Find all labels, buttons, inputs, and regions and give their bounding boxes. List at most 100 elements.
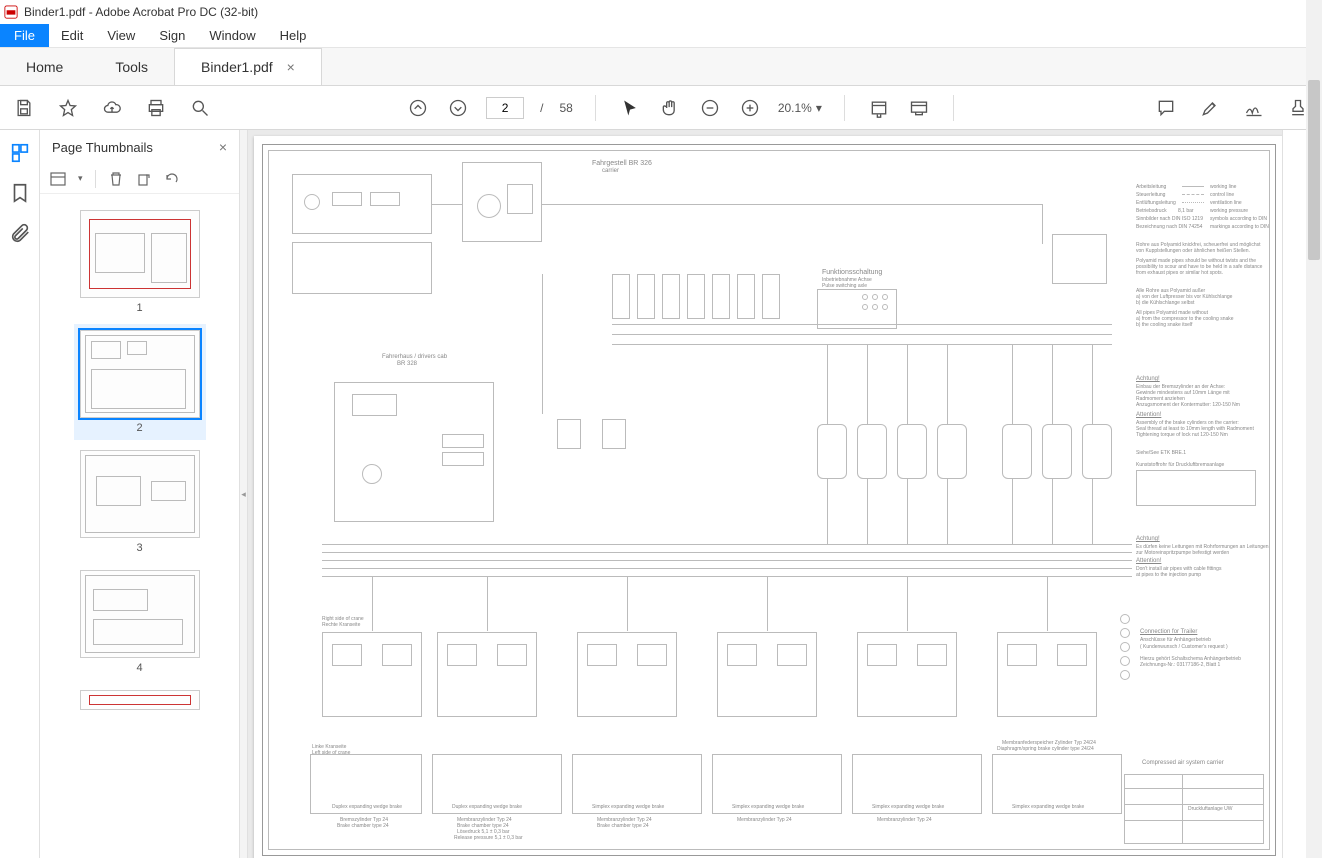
collapse-panel-handle[interactable]: ◂: [240, 130, 248, 858]
select-tool-button[interactable]: [618, 96, 642, 120]
star-button[interactable]: [56, 96, 80, 120]
func-title: Funktionsschaltung: [822, 269, 882, 276]
thumbnail-scrollbar[interactable]: [1306, 0, 1322, 858]
thumbnail-page-1[interactable]: 1: [74, 204, 206, 320]
close-tab-icon[interactable]: ×: [287, 59, 295, 75]
tb-de: Druckluftanlage UW: [1188, 806, 1232, 812]
note-inj-en2: at pipes to the injection pump: [1136, 572, 1201, 578]
conn-title: Connection for Trailer: [1140, 629, 1197, 635]
legend-ctrl: control line: [1210, 192, 1234, 198]
legend-sym: symbols according to DIN: [1210, 216, 1267, 222]
print-button[interactable]: [144, 96, 168, 120]
page-canvas: Fahrgestell BR 326 carrier Fahrerhaus / …: [254, 136, 1282, 858]
thumbnail-page-4[interactable]: 4: [74, 564, 206, 680]
thumbnails-title: Page Thumbnails: [52, 140, 211, 155]
legend-bar: 8,1 bar: [1178, 208, 1194, 214]
attachment-rail-button[interactable]: [9, 222, 31, 244]
brake-label-3b: Brake chamber type 24: [597, 823, 649, 829]
menu-window[interactable]: Window: [197, 24, 267, 47]
menu-file[interactable]: File: [0, 24, 49, 47]
cab-ref: BR 328: [397, 361, 417, 367]
menu-help[interactable]: Help: [268, 24, 319, 47]
legend-de-sn: Sinnbilder nach DIN ISO 1219: [1136, 216, 1203, 222]
highlight-button[interactable]: [1198, 96, 1222, 120]
attention-de-1: Achtung!: [1136, 376, 1160, 382]
duplex-label-2: Duplex expanding wedge brake: [452, 804, 522, 810]
comment-button[interactable]: [1154, 96, 1178, 120]
menu-edit[interactable]: Edit: [49, 24, 95, 47]
window-titlebar: Binder1.pdf - Adobe Acrobat Pro DC (32-b…: [0, 0, 1322, 24]
attention-en-1: Attention!: [1136, 412, 1161, 418]
thumbnail-page-5[interactable]: [74, 684, 206, 716]
legend-de-s: Steuerleitung: [1136, 192, 1165, 198]
legend-work: working line: [1210, 184, 1236, 190]
fit-width-button[interactable]: [867, 96, 891, 120]
thumb-options-button[interactable]: [50, 171, 66, 187]
chevron-down-icon[interactable]: ▾: [78, 173, 83, 184]
attention-de-2: Achtung!: [1136, 536, 1160, 542]
rotate-page-ccw-button[interactable]: [164, 171, 180, 187]
menu-bar: File Edit View Sign Window Help: [0, 24, 1322, 48]
zoom-value: 20.1%: [778, 101, 812, 115]
note-pyro2-de3: b) die Kühlschlange selbst: [1136, 300, 1194, 306]
membr-label-en: Diaphragm/spring brake cylinder type 24/…: [997, 746, 1094, 752]
toolbar-separator: [595, 95, 596, 121]
menu-view[interactable]: View: [95, 24, 147, 47]
page-up-button[interactable]: [406, 96, 430, 120]
thumbnail-list[interactable]: 1 2 3 4: [40, 194, 239, 858]
main-area: Page Thumbnails × ▾ 1 2 3: [0, 130, 1322, 858]
note-assy-en3: Tightening torque of lock nut 120-150 Nm: [1136, 432, 1228, 438]
window-title: Binder1.pdf - Adobe Acrobat Pro DC (32-b…: [24, 5, 258, 19]
delete-page-button[interactable]: [108, 171, 124, 187]
brake-label-4: Membranzylinder Typ 24: [737, 817, 792, 823]
bookmark-rail-button[interactable]: [9, 182, 31, 204]
tb-title: Compressed air system carrier: [1142, 760, 1224, 766]
note-pyro2-en3: b) the cooling snake itself: [1136, 322, 1192, 328]
simplex-label-5: Simplex expanding wedge brake: [872, 804, 944, 810]
legend-de-a: Arbeitsleitung: [1136, 184, 1166, 190]
close-panel-icon[interactable]: ×: [219, 139, 227, 155]
document-tabs: Home Tools Binder1.pdf ×: [0, 48, 1322, 86]
main-toolbar: / 58 20.1%▾: [0, 86, 1322, 130]
legend-de-e: Entlüftungsleitung: [1136, 200, 1176, 206]
toolbar-separator: [953, 95, 954, 121]
legend-vent: ventilation line: [1210, 200, 1242, 206]
conn-de: Anschlüsse für Anhängerbetrieb: [1140, 637, 1211, 643]
schematic-subtitle: carrier: [602, 168, 619, 174]
toolbar-separator: [844, 95, 845, 121]
tab-document[interactable]: Binder1.pdf ×: [174, 48, 322, 85]
thumbnail-number: 1: [136, 302, 142, 314]
menu-sign[interactable]: Sign: [147, 24, 197, 47]
duplex-label-1: Duplex expanding wedge brake: [332, 804, 402, 810]
sign-button[interactable]: [1242, 96, 1266, 120]
thumbnails-rail-button[interactable]: [9, 142, 31, 164]
rotate-page-button[interactable]: [136, 171, 152, 187]
conn-ref2: Zeichnungs-Nr.: 03177186-2, Blatt 1: [1140, 662, 1220, 668]
page-down-button[interactable]: [446, 96, 470, 120]
page-separator: /: [540, 101, 543, 115]
search-button[interactable]: [188, 96, 212, 120]
page-number-input[interactable]: [486, 97, 524, 119]
cloud-button[interactable]: [100, 96, 124, 120]
tab-tools[interactable]: Tools: [89, 48, 174, 85]
thumbnails-panel: Page Thumbnails × ▾ 1 2 3: [40, 130, 240, 858]
page-total: 58: [559, 101, 572, 115]
tab-home[interactable]: Home: [0, 48, 89, 85]
document-viewer[interactable]: Fahrgestell BR 326 carrier Fahrerhaus / …: [248, 130, 1282, 858]
thumbnail-page-3[interactable]: 3: [74, 444, 206, 560]
save-button[interactable]: [12, 96, 36, 120]
conn-cust: ( Kundenwunsch / Customer's request ): [1140, 644, 1228, 650]
thumbnail-number: 2: [136, 422, 142, 434]
zoom-out-button[interactable]: [698, 96, 722, 120]
zoom-dropdown[interactable]: 20.1%▾: [778, 101, 822, 115]
crane-side-de: Rechte Kranseite: [322, 622, 360, 628]
hand-tool-button[interactable]: [658, 96, 682, 120]
release-p-en: Release pressure 5,1 ± 0,3 bar: [454, 835, 523, 841]
reading-mode-button[interactable]: [907, 96, 931, 120]
thumbnail-number: 3: [136, 542, 142, 554]
seeblatt: Siehe/See ETK BRE.1: [1136, 450, 1186, 456]
zoom-in-button[interactable]: [738, 96, 762, 120]
thumbnail-page-2[interactable]: 2: [74, 324, 206, 440]
legend-press: working pressure: [1210, 208, 1248, 214]
cab-label: Fahrerhaus / drivers cab: [382, 354, 447, 360]
